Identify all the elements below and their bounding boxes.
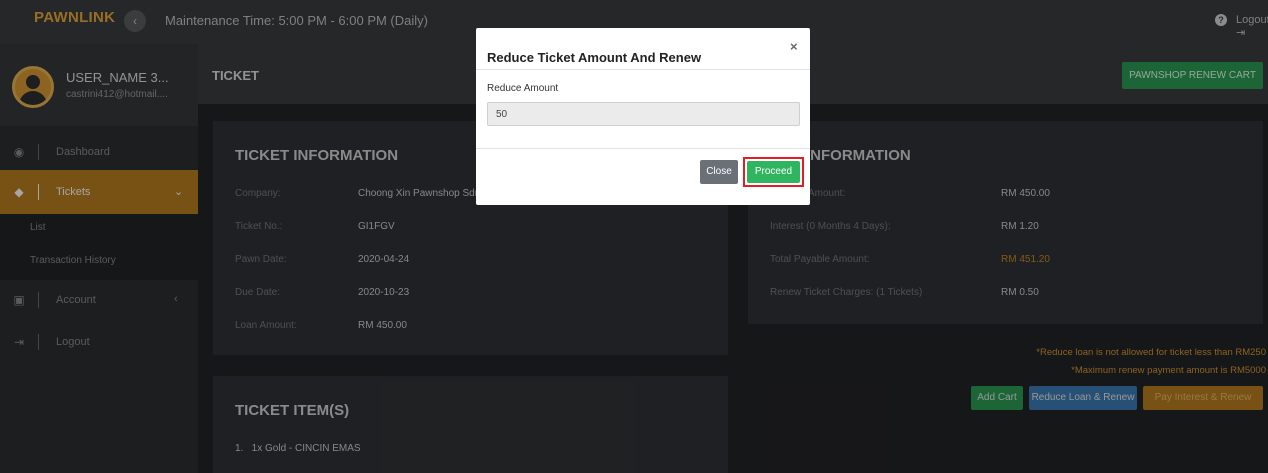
proceed-button[interactable]: Proceed (747, 161, 800, 183)
reduce-amount-modal: Reduce Ticket Amount And Renew × Reduce … (476, 28, 810, 205)
close-icon[interactable]: × (790, 39, 798, 54)
close-button[interactable]: Close (700, 160, 738, 184)
reduce-amount-input[interactable] (487, 102, 800, 126)
reduce-amount-label: Reduce Amount (487, 83, 559, 94)
proceed-highlight: Proceed (743, 157, 804, 187)
modal-title: Reduce Ticket Amount And Renew (487, 50, 702, 65)
